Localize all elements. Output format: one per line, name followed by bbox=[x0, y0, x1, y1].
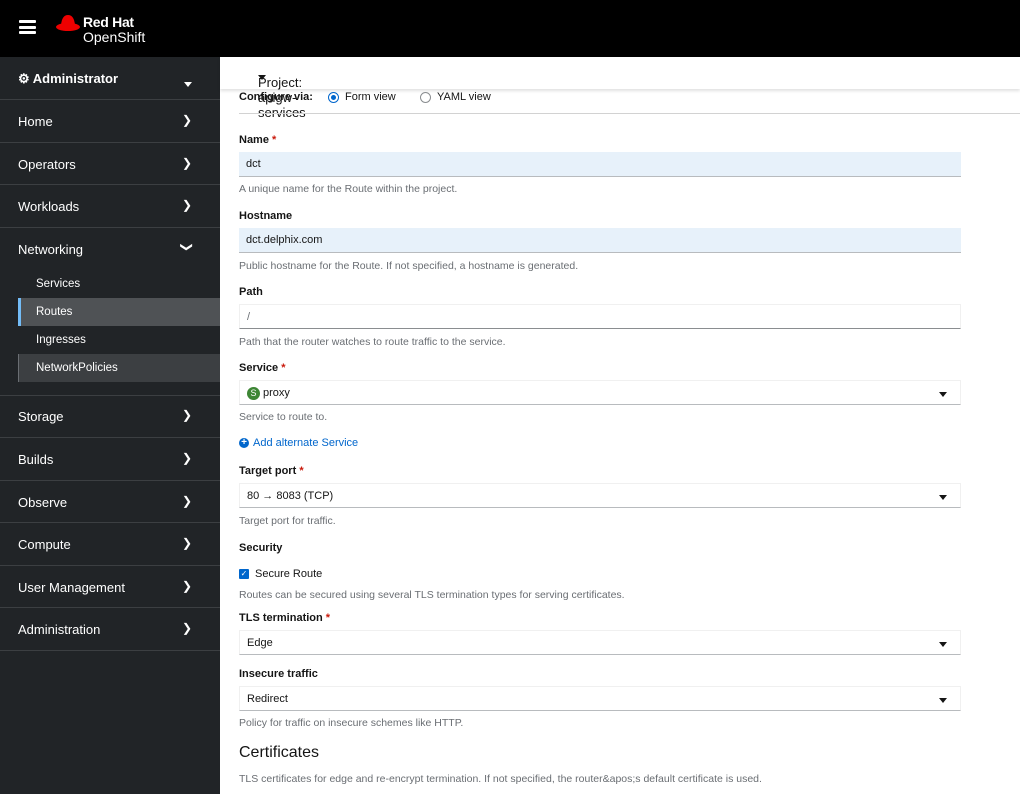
sidebar-item-compute[interactable]: Compute ❯ bbox=[0, 523, 220, 566]
chevron-right-icon: ❯ bbox=[181, 198, 192, 212]
sidebar-item-workloads[interactable]: Workloads ❯ bbox=[0, 185, 220, 228]
perspective-switcher[interactable]: ⚙ Administrator bbox=[0, 57, 220, 100]
name-label: Name * bbox=[239, 134, 277, 146]
caret-down-icon bbox=[939, 642, 947, 647]
chevron-right-icon: ❯ bbox=[181, 579, 192, 593]
target-port-help: Target port for traffic. bbox=[239, 515, 336, 527]
sidebar-subitem-ingresses[interactable]: Ingresses bbox=[18, 326, 220, 354]
sidebar-item-storage[interactable]: Storage ❯ bbox=[0, 396, 220, 438]
sidebar-item-home[interactable]: Home ❯ bbox=[0, 100, 220, 143]
hostname-help: Public hostname for the Route. If not sp… bbox=[239, 260, 579, 272]
sidebar-item-builds[interactable]: Builds ❯ bbox=[0, 438, 220, 481]
brand-line2: OpenShift bbox=[83, 29, 146, 45]
certificates-heading: Certificates bbox=[239, 744, 320, 761]
chevron-right-icon: ❯ bbox=[181, 451, 192, 465]
insecure-traffic-label: Insecure traffic bbox=[239, 668, 318, 680]
sidebar-item-operators[interactable]: Operators ❯ bbox=[0, 143, 220, 185]
plus-circle-icon: + bbox=[239, 438, 249, 448]
sidebar-subitem-services[interactable]: Services bbox=[18, 270, 220, 298]
path-help: Path that the router watches to route tr… bbox=[239, 336, 506, 348]
chevron-right-icon: ❯ bbox=[181, 536, 192, 550]
sidebar-subitem-routes[interactable]: Routes bbox=[18, 298, 220, 326]
red-hat-icon bbox=[56, 15, 80, 31]
yaml-view-radio[interactable] bbox=[419, 91, 431, 103]
chevron-right-icon: ❯ bbox=[181, 494, 192, 508]
brand-line1: Red Hat bbox=[83, 14, 134, 30]
service-help: Service to route to. bbox=[239, 411, 328, 423]
insecure-traffic-help: Policy for traffic on insecure schemes l… bbox=[239, 717, 464, 729]
chevron-down-icon: ❯ bbox=[179, 241, 194, 253]
perspective-label: ⚙ Administrator bbox=[18, 71, 119, 86]
certificates-help: TLS certificates for edge and re-encrypt… bbox=[239, 773, 762, 785]
caret-down-icon bbox=[258, 75, 266, 80]
add-alternate-service-button[interactable]: + Add alternate Service bbox=[239, 437, 358, 449]
name-help: A unique name for the Route within the p… bbox=[239, 183, 458, 195]
chevron-right-icon: ❯ bbox=[181, 621, 192, 635]
caret-down-icon bbox=[939, 698, 947, 703]
caret-down-icon bbox=[939, 495, 947, 500]
path-input[interactable]: / bbox=[239, 304, 961, 329]
hamburger-menu-icon[interactable] bbox=[19, 20, 36, 34]
security-label: Security bbox=[239, 542, 283, 554]
divider bbox=[239, 113, 1020, 114]
tls-termination-label: TLS termination * bbox=[239, 612, 331, 624]
chevron-right-icon: ❯ bbox=[181, 113, 192, 127]
sidebar-item-observe[interactable]: Observe ❯ bbox=[0, 481, 220, 523]
service-label: Service * bbox=[239, 362, 286, 374]
service-select[interactable]: Sproxy bbox=[239, 380, 961, 405]
hostname-label: Hostname bbox=[239, 210, 293, 222]
insecure-traffic-select[interactable]: Redirect bbox=[239, 686, 961, 711]
tls-termination-select[interactable]: Edge bbox=[239, 630, 961, 655]
sidebar-item-user-management[interactable]: User Management ❯ bbox=[0, 566, 220, 608]
target-port-label: Target port * bbox=[239, 465, 304, 477]
security-help: Routes can be secured using several TLS … bbox=[239, 589, 625, 601]
path-label: Path bbox=[239, 286, 263, 298]
chevron-right-icon: ❯ bbox=[181, 408, 192, 422]
sidebar: ⚙ Administrator Home ❯ Operators ❯ Workloa… bbox=[0, 57, 220, 794]
form-view-radio[interactable] bbox=[328, 91, 340, 103]
caret-down-icon bbox=[939, 392, 947, 397]
secure-route-checkbox[interactable]: ✓ Secure Route bbox=[239, 568, 322, 580]
chevron-right-icon: ❯ bbox=[181, 156, 192, 170]
main-content: Project: apigw-services Configure via: F… bbox=[220, 57, 1020, 794]
target-port-select[interactable]: 80 → 8083 (TCP) bbox=[239, 483, 961, 508]
sidebar-item-administration[interactable]: Administration ❯ bbox=[0, 608, 220, 651]
name-input[interactable]: dct bbox=[239, 152, 961, 177]
service-badge-icon: S bbox=[247, 386, 260, 400]
caret-down-icon bbox=[184, 76, 192, 90]
sidebar-subitem-networkpolicies[interactable]: NetworkPolicies bbox=[18, 354, 220, 382]
masthead: Red Hat OpenShift bbox=[0, 0, 1020, 57]
hostname-input[interactable]: dct.delphix.com bbox=[239, 228, 961, 253]
project-selector[interactable]: Project: apigw-services bbox=[220, 57, 1020, 120]
checkbox-checked-icon[interactable]: ✓ bbox=[239, 569, 249, 579]
cogs-icon: ⚙ bbox=[18, 71, 30, 86]
configure-via: Configure via: Form view YAML view bbox=[239, 91, 491, 103]
